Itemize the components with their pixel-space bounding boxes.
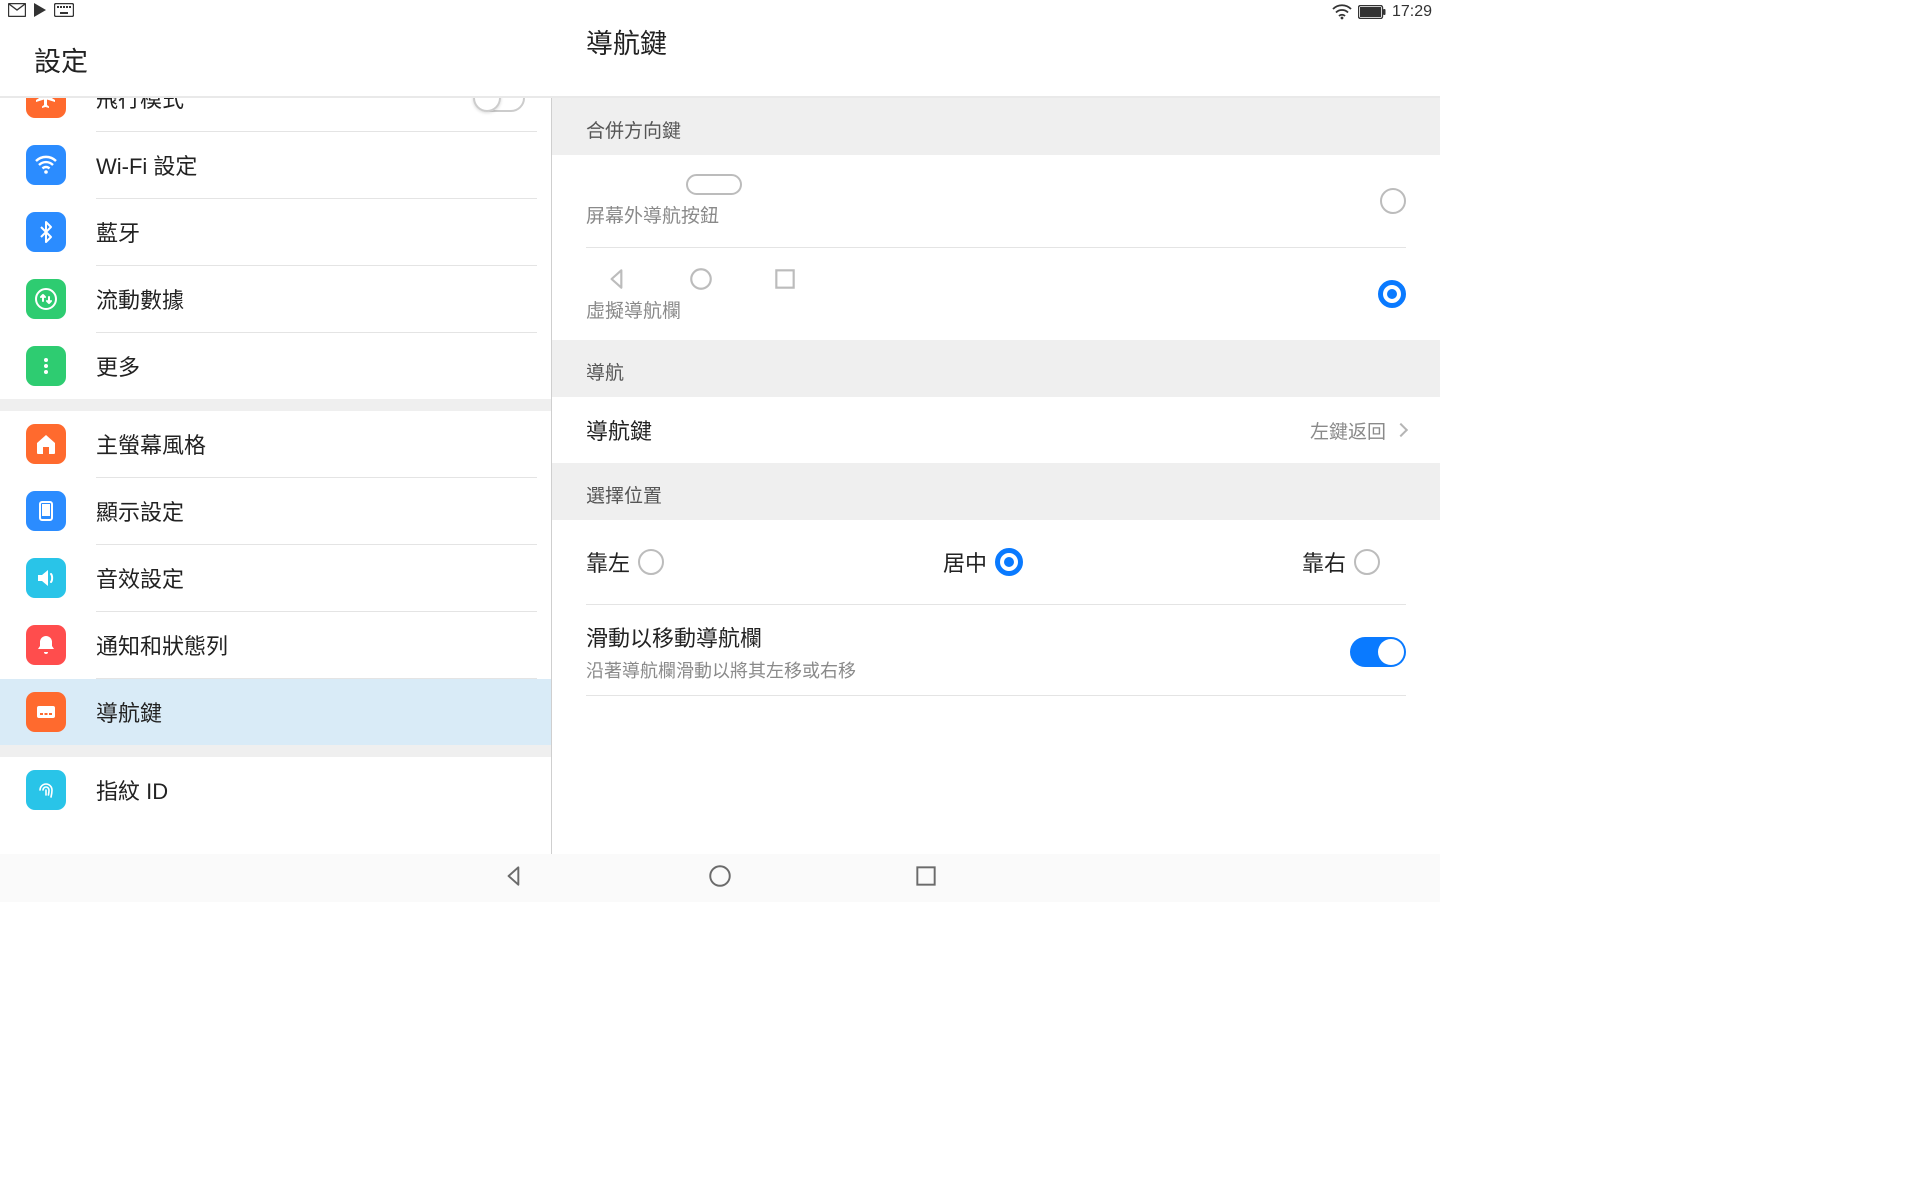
radio-position-left[interactable]: [638, 549, 664, 575]
back-preview-icon: [604, 266, 630, 292]
sidebar-item-notifications[interactable]: 通知和狀態列: [0, 612, 551, 678]
option-caption: 虛擬導航欄: [586, 296, 798, 323]
slide-desc: 沿著導航欄滑動以將其左移或右移: [586, 657, 856, 683]
sidebar-item-label: Wi-Fi 設定: [96, 149, 525, 181]
position-center[interactable]: 居中: [943, 546, 1023, 578]
keyboard-icon: [54, 3, 74, 21]
nav-preview-icons: [604, 266, 798, 292]
wifi-settings-icon: [26, 145, 66, 185]
option-slide-to-move[interactable]: 滑動以移動導航欄 沿著導航欄滑動以將其左移或右移: [552, 605, 1440, 695]
system-home-button[interactable]: [707, 863, 733, 894]
sidebar-item-mobile-data[interactable]: 流動數據: [0, 266, 551, 332]
sidebar-item-bluetooth[interactable]: 藍牙: [0, 199, 551, 265]
option-nav-keys[interactable]: 導航鍵 左鍵返回: [552, 397, 1440, 463]
sidebar-item-label: 流動數據: [96, 283, 525, 315]
system-recents-button[interactable]: [913, 863, 939, 894]
status-time: 17:29: [1392, 3, 1432, 21]
option-label: 導航鍵: [586, 414, 652, 446]
position-options: 靠左 居中 靠右: [552, 520, 1440, 604]
system-back-button[interactable]: [501, 863, 527, 894]
sidebar-item-label: 通知和狀態列: [96, 629, 525, 661]
airplane-icon: [26, 98, 66, 118]
bluetooth-icon: [26, 212, 66, 252]
sidebar-item-more[interactable]: 更多: [0, 333, 551, 399]
sidebar-item-wifi[interactable]: Wi-Fi 設定: [0, 132, 551, 198]
position-right[interactable]: 靠右: [1302, 546, 1380, 578]
section-position: 選擇位置: [552, 463, 1440, 520]
status-bar: 17:29: [0, 0, 1440, 22]
position-left[interactable]: 靠左: [586, 546, 664, 578]
home-preview-icon: [688, 266, 714, 292]
fingerprint-icon: [26, 770, 66, 810]
slide-toggle[interactable]: [1350, 637, 1406, 667]
sidebar-item-label: 音效設定: [96, 562, 525, 594]
sidebar-item-label: 更多: [96, 350, 525, 382]
sidebar-item-label: 飛行模式: [96, 98, 473, 114]
sidebar-title: 設定: [0, 22, 552, 96]
radio-position-right[interactable]: [1354, 549, 1380, 575]
sound-icon: [26, 558, 66, 598]
detail-title: 導航鍵: [552, 22, 1440, 61]
detail-pane: 合併方向鍵 屏幕外導航按鈕 虛擬導航欄: [552, 98, 1440, 854]
battery-icon: [1358, 5, 1386, 19]
sidebar-item-label: 主螢幕風格: [96, 428, 525, 460]
mobile-data-icon: [26, 279, 66, 319]
sidebar-item-home-style[interactable]: 主螢幕風格: [0, 411, 551, 477]
radio-offscreen[interactable]: [1380, 188, 1406, 214]
nav-keys-icon: [26, 692, 66, 732]
sidebar-item-label: 指紋 ID: [96, 774, 525, 806]
bell-icon: [26, 625, 66, 665]
radio-virtual-navbar[interactable]: [1378, 280, 1406, 308]
sidebar-item-display[interactable]: 顯示設定: [0, 478, 551, 544]
sidebar-item-label: 顯示設定: [96, 495, 525, 527]
sidebar-item-sound[interactable]: 音效設定: [0, 545, 551, 611]
pill-preview-icon: [686, 174, 742, 195]
home-icon: [26, 424, 66, 464]
option-value: 左鍵返回: [1310, 417, 1386, 444]
chevron-right-icon: [1394, 423, 1408, 437]
option-caption: 屏幕外導航按鈕: [586, 201, 742, 228]
option-virtual-navbar[interactable]: 虛擬導航欄: [552, 248, 1440, 340]
more-icon: [26, 346, 66, 386]
sidebar-item-airplane[interactable]: 飛行模式: [0, 98, 551, 131]
section-combine-direction: 合併方向鍵: [552, 98, 1440, 155]
sidebar-item-navigation-keys[interactable]: 導航鍵: [0, 679, 551, 745]
sidebar-item-fingerprint[interactable]: 指紋 ID: [0, 757, 551, 823]
system-navigation-bar: [0, 854, 1440, 902]
slide-title: 滑動以移動導航欄: [586, 621, 856, 653]
radio-position-center[interactable]: [995, 548, 1023, 576]
airplane-switch[interactable]: [473, 98, 525, 112]
recents-preview-icon: [772, 266, 798, 292]
mail-icon: [8, 3, 26, 21]
play-store-icon: [32, 2, 48, 22]
wifi-icon: [1332, 4, 1352, 20]
option-offscreen-button[interactable]: 屏幕外導航按鈕: [552, 155, 1440, 247]
settings-sidebar: 飛行模式 Wi-Fi 設定 藍牙: [0, 98, 552, 854]
sidebar-item-label: 導航鍵: [96, 696, 525, 728]
display-icon: [26, 491, 66, 531]
section-navigation: 導航: [552, 340, 1440, 397]
sidebar-item-label: 藍牙: [96, 216, 525, 248]
